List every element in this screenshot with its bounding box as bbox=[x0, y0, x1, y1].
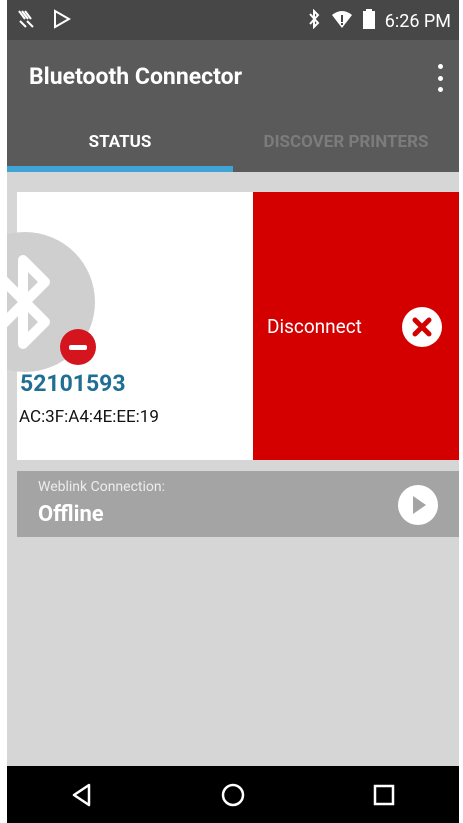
navigation-bar bbox=[7, 766, 459, 823]
zebra-icon bbox=[17, 9, 39, 33]
close-icon bbox=[402, 307, 442, 347]
overflow-menu-icon[interactable] bbox=[433, 64, 447, 92]
printer-card[interactable]: 52101593 AC:3F:A4:4E:EE:19 Disconnect bbox=[7, 192, 459, 460]
play-store-icon bbox=[53, 9, 72, 33]
battery-icon bbox=[362, 9, 375, 34]
tab-bar: STATUS DISCOVER PRINTERS bbox=[7, 112, 459, 172]
disconnect-label: Disconnect bbox=[267, 315, 362, 338]
weblink-label: Weblink Connection: bbox=[38, 479, 166, 495]
weblink-status: Offline bbox=[38, 502, 104, 527]
play-icon[interactable] bbox=[398, 485, 438, 525]
home-icon[interactable] bbox=[203, 775, 263, 815]
app-frame: 6:26 PM Bluetooth Connector STATUS DISCO… bbox=[7, 0, 459, 823]
recents-icon[interactable] bbox=[354, 775, 414, 815]
app-title: Bluetooth Connector bbox=[29, 63, 243, 90]
weblink-panel[interactable]: Weblink Connection: Offline bbox=[17, 471, 459, 537]
bluetooth-icon bbox=[307, 8, 321, 34]
tab-discover-printers[interactable]: DISCOVER PRINTERS bbox=[233, 112, 459, 172]
status-bar: 6:26 PM bbox=[7, 0, 459, 40]
remove-badge-icon bbox=[60, 329, 96, 365]
app-bar: Bluetooth Connector STATUS DISCOVER PRIN… bbox=[7, 40, 459, 172]
clock: 6:26 PM bbox=[384, 11, 451, 32]
printer-id: 52101593 bbox=[20, 370, 126, 397]
disconnect-button[interactable]: Disconnect bbox=[253, 192, 459, 460]
printer-mac-address: AC:3F:A4:4E:EE:19 bbox=[19, 407, 159, 427]
wifi-icon bbox=[331, 9, 353, 34]
tab-status[interactable]: STATUS bbox=[7, 112, 233, 172]
back-icon[interactable] bbox=[52, 775, 112, 815]
